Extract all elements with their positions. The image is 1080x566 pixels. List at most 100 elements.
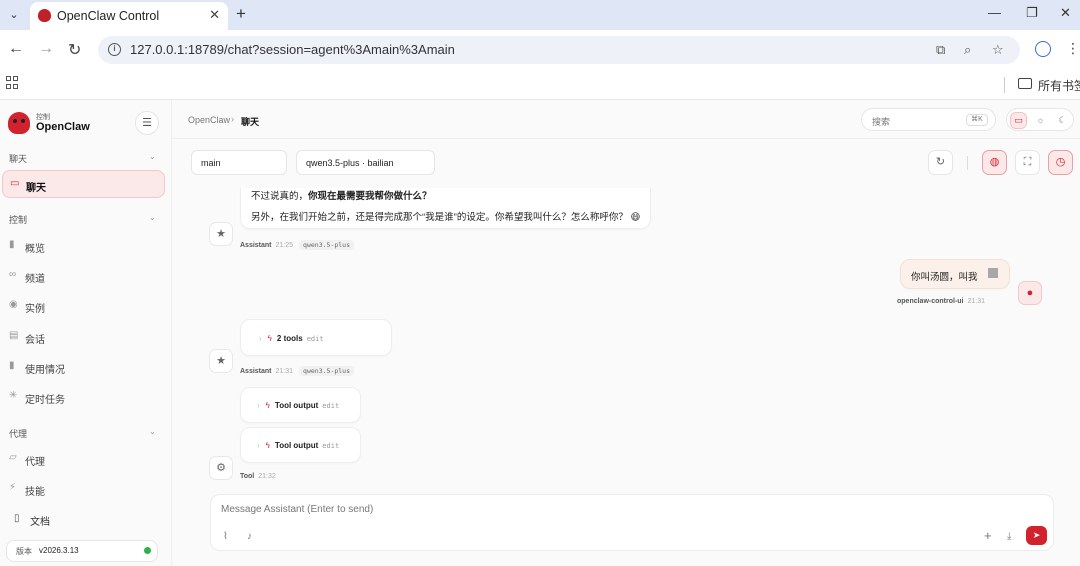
document-icon: ▤ bbox=[9, 330, 19, 341]
version-value: v2026.3.13 bbox=[39, 546, 79, 555]
translate-icon[interactable]: ⧉ bbox=[936, 42, 945, 58]
sender-name: Assistant bbox=[240, 368, 272, 375]
breadcrumb-chevron-icon: › bbox=[231, 114, 234, 124]
chevron-down-icon[interactable]: ⌄ bbox=[149, 152, 156, 161]
plus-icon[interactable]: + bbox=[984, 528, 992, 543]
tool-output-card[interactable]: › ϟ Tool output edit bbox=[240, 387, 361, 423]
openclaw-favicon-icon bbox=[38, 9, 51, 22]
tool-output-card[interactable]: › ϟ Tool output edit bbox=[240, 427, 361, 463]
version-badge: 版本 v2026.3.13 bbox=[6, 540, 158, 562]
message-meta: Assistant 21:31 qwen3.5-plus bbox=[240, 366, 355, 376]
main-panel: OpenClaw › 聊天 搜索 ⌘K ▭ ☼ ☾ main qwen3.5-p… bbox=[172, 100, 1080, 566]
sidebar-item-cron[interactable]: ✳ 定时任务 bbox=[2, 383, 165, 411]
model-select[interactable]: qwen3.5-plus · bailian bbox=[296, 150, 435, 175]
sidebar-item-label: 代理 bbox=[25, 457, 45, 468]
section-title-control[interactable]: 控制 bbox=[9, 213, 27, 226]
folder-icon bbox=[1018, 78, 1032, 89]
search-shortcut: ⌘K bbox=[966, 114, 988, 126]
tool-output-row[interactable]: › ϟ Tool output edit bbox=[257, 401, 339, 410]
brain-icon[interactable]: ◍ bbox=[982, 150, 1007, 175]
profile-icon[interactable] bbox=[1035, 41, 1051, 57]
sidebar-item-skills[interactable]: ⚡ 技能 bbox=[2, 475, 165, 503]
section-title-chat[interactable]: 聊天 bbox=[9, 152, 27, 165]
monitor-icon[interactable]: ▭ bbox=[1010, 112, 1027, 129]
site-info-icon[interactable]: i bbox=[108, 43, 121, 56]
close-tab-icon[interactable]: ✕ bbox=[209, 7, 220, 23]
assistant-avatar-star-icon: ★ bbox=[209, 222, 233, 246]
focus-icon[interactable]: ⛶ bbox=[1015, 150, 1040, 175]
zap-icon: ϟ bbox=[265, 401, 270, 410]
sender-name: openclaw-control-ui bbox=[897, 298, 964, 305]
version-label: 版本 bbox=[16, 547, 32, 556]
collapse-sidebar-icon[interactable]: ☰ bbox=[135, 111, 159, 135]
assistant-message-bubble: 不过说真的，你现在最需要我帮你做什么？ 另外，在我们开始之前，还是得完成那个“我… bbox=[240, 188, 651, 229]
tab-title: OpenClaw Control bbox=[57, 9, 160, 23]
bookmarks-divider bbox=[1004, 77, 1005, 93]
zap-icon: ⚡ bbox=[9, 482, 17, 493]
edit-label[interactable]: edit bbox=[307, 335, 324, 343]
sidebar-item-label: 定时任务 bbox=[25, 395, 65, 406]
chevron-down-icon[interactable]: ⌄ bbox=[149, 427, 156, 436]
sidebar-item-overview[interactable]: ▮ 概览 bbox=[2, 232, 165, 260]
moon-icon[interactable]: ☾ bbox=[1054, 112, 1071, 129]
reload-icon[interactable]: ↻ bbox=[68, 40, 81, 60]
tab-search-chevron-icon[interactable]: ⌄ bbox=[4, 5, 24, 25]
message-input[interactable] bbox=[221, 504, 821, 515]
book-icon[interactable]: ▯ bbox=[14, 513, 20, 524]
apps-grid-icon[interactable] bbox=[6, 76, 19, 89]
tools-summary[interactable]: › ϟ 2 tools edit bbox=[259, 334, 324, 343]
close-window-icon[interactable]: ✕ bbox=[1060, 5, 1071, 21]
chevron-down-icon[interactable]: ⌄ bbox=[149, 213, 156, 222]
zap-icon: ϟ bbox=[265, 441, 270, 450]
address-bar[interactable]: i 127.0.0.1:18789/chat?session=agent%3Am… bbox=[98, 36, 1020, 64]
sidebar-item-agents[interactable]: ▱ 代理 bbox=[2, 445, 165, 473]
sidebar-item-sessions[interactable]: ▤ 会话 bbox=[2, 323, 165, 351]
edit-label[interactable]: edit bbox=[322, 442, 339, 450]
browser-tab[interactable]: OpenClaw Control ✕ bbox=[30, 2, 228, 30]
minimize-icon[interactable]: — bbox=[988, 5, 1001, 20]
zoom-icon[interactable]: ⌕ bbox=[964, 42, 971, 58]
tool-output-label: Tool output bbox=[274, 441, 319, 450]
openclaw-logo-icon bbox=[8, 112, 30, 134]
browser-menu-icon[interactable]: ⋮ bbox=[1066, 40, 1080, 57]
docs-link[interactable]: 文档 bbox=[30, 513, 50, 528]
refresh-icon[interactable]: ↻ bbox=[928, 150, 953, 175]
restore-icon[interactable]: ❐ bbox=[1026, 5, 1038, 21]
message-composer: ⌇ ♪ + ⤓ ➤ bbox=[210, 494, 1054, 551]
search-box[interactable]: 搜索 ⌘K bbox=[861, 108, 996, 131]
assistant-tools-bubble: › ϟ 2 tools edit bbox=[240, 319, 392, 356]
sidebar-item-instances[interactable]: ◉ 实例 bbox=[2, 292, 165, 320]
sidebar-item-chat[interactable]: ▭ 聊天 bbox=[2, 170, 165, 198]
message-line: 不过说真的，你现在最需要我帮你做什么？ bbox=[251, 188, 432, 202]
chevron-right-icon: › bbox=[259, 334, 262, 343]
back-icon[interactable]: ← bbox=[8, 40, 24, 58]
sidebar-item-label: 概览 bbox=[25, 244, 45, 255]
bookmark-star-icon[interactable]: ☆ bbox=[992, 42, 1004, 58]
user-message-bubble: 你叫汤圆，叫我 bbox=[900, 259, 1010, 289]
send-button-icon[interactable]: ➤ bbox=[1026, 526, 1047, 545]
url-text[interactable]: 127.0.0.1:18789/chat?session=agent%3Amai… bbox=[130, 42, 455, 57]
paperclip-icon[interactable]: ⌇ bbox=[223, 531, 228, 542]
all-bookmarks-link[interactable]: 所有书签 bbox=[1038, 77, 1080, 94]
message-time: 21:31 bbox=[967, 298, 986, 305]
new-tab-icon[interactable]: + bbox=[236, 4, 246, 24]
sidebar-item-usage[interactable]: ▮ 使用情况 bbox=[2, 353, 165, 381]
sidebar-item-label: 频道 bbox=[25, 274, 45, 285]
section-title-agents[interactable]: 代理 bbox=[9, 427, 27, 440]
sun-icon[interactable]: ☼ bbox=[1032, 112, 1049, 129]
zap-icon: ϟ bbox=[267, 334, 272, 343]
forward-icon[interactable]: → bbox=[38, 40, 54, 58]
download-icon[interactable]: ⤓ bbox=[1007, 531, 1011, 542]
breadcrumb-root[interactable]: OpenClaw bbox=[188, 115, 230, 125]
bookmarks-bar: 所有书签 bbox=[0, 70, 1080, 100]
microphone-icon[interactable]: ♪ bbox=[247, 531, 252, 542]
session-select[interactable]: main bbox=[191, 150, 287, 175]
clock-icon[interactable]: ◷ bbox=[1048, 150, 1073, 175]
message-time: 21:31 bbox=[275, 368, 294, 375]
tool-output-row[interactable]: › ϟ Tool output edit bbox=[257, 441, 339, 450]
browser-tab-bar: ⌄ OpenClaw Control ✕ + — ❐ ✕ bbox=[0, 0, 1080, 30]
edit-label[interactable]: edit bbox=[322, 402, 339, 410]
user-avatar-icon: ● bbox=[1018, 281, 1042, 305]
radio-icon: ◉ bbox=[9, 299, 18, 310]
sidebar-item-channels[interactable]: ∞ 频道 bbox=[2, 262, 165, 290]
